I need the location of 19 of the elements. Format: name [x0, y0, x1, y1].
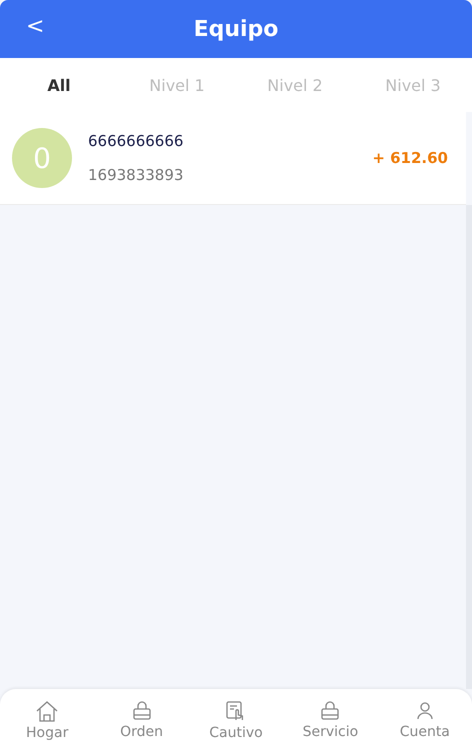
- nav-label[interactable]: Cautivo: [209, 724, 263, 740]
- back-button[interactable]: <: [22, 14, 48, 39]
- tab[interactable]: Nivel 2: [267, 72, 323, 98]
- tab[interactable]: Nivel 1: [149, 72, 205, 98]
- bag-icon: [320, 700, 340, 720]
- nav-label[interactable]: Hogar: [26, 724, 68, 740]
- user-icon: [416, 700, 434, 720]
- nav-label[interactable]: Orden: [120, 724, 164, 740]
- bag-icon: [132, 700, 152, 720]
- nav-label[interactable]: Cuenta: [400, 724, 450, 740]
- tab[interactable]: All: [47, 72, 71, 98]
- avatar: 0: [12, 128, 72, 188]
- member-id: 1693833893: [88, 166, 184, 184]
- house-icon: [35, 700, 60, 722]
- member-name: 6666666666: [88, 132, 184, 150]
- tab[interactable]: Nivel 3: [385, 72, 441, 98]
- amount: + 612.60: [372, 149, 448, 167]
- nav-label[interactable]: Servicio: [302, 724, 358, 740]
- page-title: Equipo: [194, 16, 278, 42]
